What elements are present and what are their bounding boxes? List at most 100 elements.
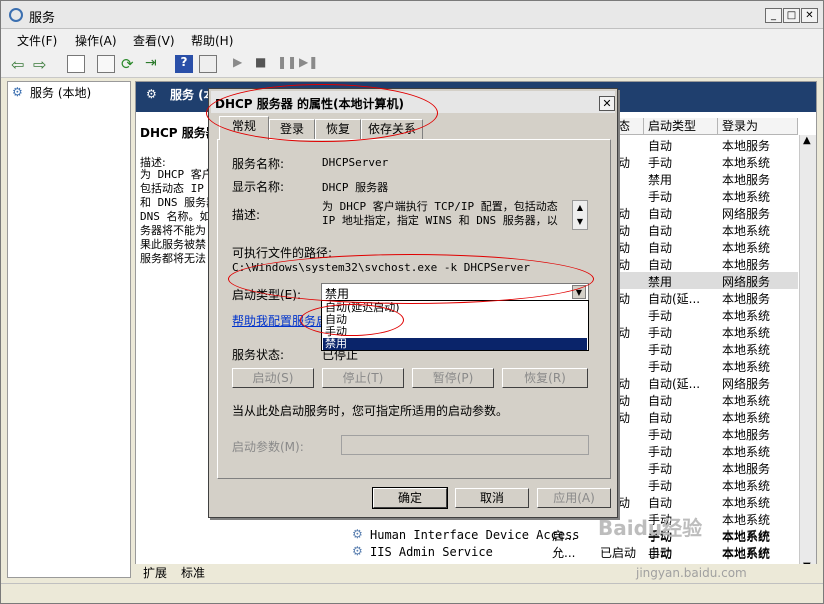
column-status[interactable]: 态: [614, 118, 644, 135]
start-button[interactable]: 启动(S): [232, 368, 314, 388]
tab-dependencies[interactable]: 依存关系: [361, 119, 423, 139]
table-row[interactable]: 手动 本地系统: [614, 187, 798, 204]
table-row[interactable]: 动 手动 本地系统: [614, 323, 798, 340]
stop-icon[interactable]: ■: [255, 55, 273, 73]
table-row[interactable]: 动 自动 网络服务: [614, 204, 798, 221]
tree-root[interactable]: 服务 (本地): [30, 84, 91, 101]
table-row[interactable]: 动 自动 本地系统: [614, 221, 798, 238]
column-startup-type[interactable]: 启动类型: [644, 118, 718, 135]
menu-help[interactable]: 帮助(H): [191, 32, 233, 49]
table-row[interactable]: ⚙ IIS Admin Service 允... 已启动 自动 本地系统: [350, 543, 798, 560]
service-startup: 禁用: [648, 275, 673, 289]
minimize-button[interactable]: _: [765, 8, 782, 23]
table-row[interactable]: 手动 本地服务: [614, 425, 798, 442]
play-icon[interactable]: ▶: [233, 55, 251, 73]
pause-button[interactable]: 暂停(P): [412, 368, 494, 388]
pause-icon[interactable]: ❚❚: [277, 55, 297, 73]
snapin-icon[interactable]: [199, 55, 217, 73]
table-row[interactable]: ⚙ Human Interface Device Access 启... 手动 …: [350, 526, 798, 543]
startup-type-select[interactable]: 禁用 ▼: [321, 283, 589, 301]
service-desc: 启...: [552, 529, 576, 543]
option-disabled[interactable]: 禁用: [323, 338, 587, 350]
apply-button[interactable]: 应用(A): [537, 488, 611, 508]
tab-logon[interactable]: 登录: [269, 119, 315, 139]
table-row[interactable]: 手动 本地系统: [614, 442, 798, 459]
dialog-title-bar: DHCP 服务器 的属性(本地计算机) ✕: [211, 91, 615, 113]
option-auto[interactable]: 自动: [323, 314, 587, 326]
resume-button[interactable]: 恢复(R): [502, 368, 588, 388]
dialog-title: DHCP 服务器 的属性(本地计算机): [215, 97, 404, 111]
close-button[interactable]: ✕: [801, 8, 818, 23]
service-status: 动: [618, 241, 631, 255]
table-row[interactable]: 动 自动 本地系统: [614, 408, 798, 425]
service-status: 动: [618, 377, 631, 391]
tab-extended[interactable]: 扩展: [143, 564, 167, 581]
service-logon: 本地服务: [722, 139, 771, 153]
table-row[interactable]: 动 自动 本地服务: [614, 255, 798, 272]
table-row[interactable]: 动 自动(延... 网络服务: [614, 374, 798, 391]
dialog-close-button[interactable]: ✕: [599, 96, 615, 111]
chevron-down-icon[interactable]: ▼: [572, 285, 586, 299]
service-startup: 自动: [648, 241, 673, 255]
title-bar: 服务 _ □ ✕: [1, 1, 823, 29]
table-row[interactable]: 手动 本地系统: [614, 357, 798, 374]
service-logon: 本地系统: [722, 394, 771, 408]
table-row[interactable]: 动 自动 本地系统: [614, 238, 798, 255]
table-row[interactable]: 禁用 网络服务: [614, 272, 798, 289]
table-row[interactable]: 动 手动 本地系统: [614, 153, 798, 170]
table-row[interactable]: 禁用 本地服务: [614, 170, 798, 187]
service-logon: 本地系统: [722, 190, 771, 204]
startup-params-hint: 当从此处启动服务时，您可指定所适用的启动参数。: [232, 404, 509, 418]
desc-text: 为 DHCP 客户 包括动态 IP 和 DNS 服务器 DNS 名称。如 务器将…: [140, 168, 218, 265]
console-tree-icon[interactable]: [67, 55, 85, 73]
menu-view[interactable]: 查看(V): [133, 32, 175, 49]
stop-button[interactable]: 停止(T): [322, 368, 404, 388]
export-icon[interactable]: ⇥: [145, 55, 163, 73]
scroll-up-icon[interactable]: ▲: [803, 135, 811, 146]
service-startup: 自动: [648, 496, 673, 510]
help-configure-link[interactable]: 帮助我配置服务启: [232, 312, 328, 329]
properties-dialog: DHCP 服务器 的属性(本地计算机) ✕ 常规 登录 恢复 依存关系 服务名称…: [208, 88, 618, 518]
maximize-button[interactable]: □: [783, 8, 800, 23]
service-gear-icon: ⚙: [352, 527, 363, 541]
properties-icon[interactable]: [97, 55, 115, 73]
ok-button[interactable]: 确定: [372, 487, 448, 509]
column-logon-as[interactable]: 登录为: [718, 118, 798, 135]
cancel-button[interactable]: 取消: [455, 488, 529, 508]
service-startup: 自动(延...: [648, 377, 701, 391]
services-icon: ⚙: [12, 85, 23, 99]
service-startup: 手动: [648, 445, 673, 459]
help-icon[interactable]: ?: [175, 55, 193, 73]
table-row[interactable]: 自动 本地服务: [614, 136, 798, 153]
table-row[interactable]: 手动 本地服务: [614, 459, 798, 476]
service-status: 动: [618, 207, 631, 221]
refresh-icon[interactable]: ⟳: [121, 55, 139, 73]
service-logon: 本地系统: [722, 241, 771, 255]
restart-icon[interactable]: ▶❚: [299, 55, 318, 73]
service-startup: 自动: [648, 411, 673, 425]
service-logon: 本地系统: [722, 479, 771, 493]
menu-file[interactable]: 文件(F): [17, 32, 57, 49]
back-icon[interactable]: ⇦: [11, 55, 29, 74]
service-name-label: 服务名称:: [232, 157, 285, 171]
table-row[interactable]: 手动 本地系统: [614, 306, 798, 323]
option-auto-delayed[interactable]: 自动(延迟启动): [323, 302, 587, 314]
forward-icon[interactable]: ⇨: [33, 55, 51, 74]
service-startup: 禁用: [648, 173, 673, 187]
toolbar: ⇦ ⇨ ⟳ ⇥ ? ▶ ■ ❚❚ ▶❚: [1, 51, 823, 78]
vertical-scrollbar[interactable]: ▲ ▼: [799, 135, 816, 577]
description-scrollbar[interactable]: ▲ ▼: [572, 200, 588, 230]
tab-standard[interactable]: 标准: [181, 564, 205, 581]
service-startup: 自动: [648, 394, 673, 408]
option-manual[interactable]: 手动: [323, 326, 587, 338]
table-row[interactable]: 动 自动 本地系统: [614, 391, 798, 408]
table-row[interactable]: 手动 本地系统: [614, 340, 798, 357]
menu-action[interactable]: 操作(A): [75, 32, 117, 49]
table-row[interactable]: 动 自动 本地系统: [614, 493, 798, 510]
startup-params-input[interactable]: [341, 435, 589, 455]
tab-general[interactable]: 常规: [219, 116, 269, 140]
tab-recovery[interactable]: 恢复: [315, 119, 361, 139]
table-row[interactable]: 手动 本地系统: [614, 476, 798, 493]
table-row[interactable]: 动 自动(延... 本地服务: [614, 289, 798, 306]
description-line-1: 为 DHCP 客户端执行 TCP/IP 配置，包括动态: [322, 200, 558, 213]
